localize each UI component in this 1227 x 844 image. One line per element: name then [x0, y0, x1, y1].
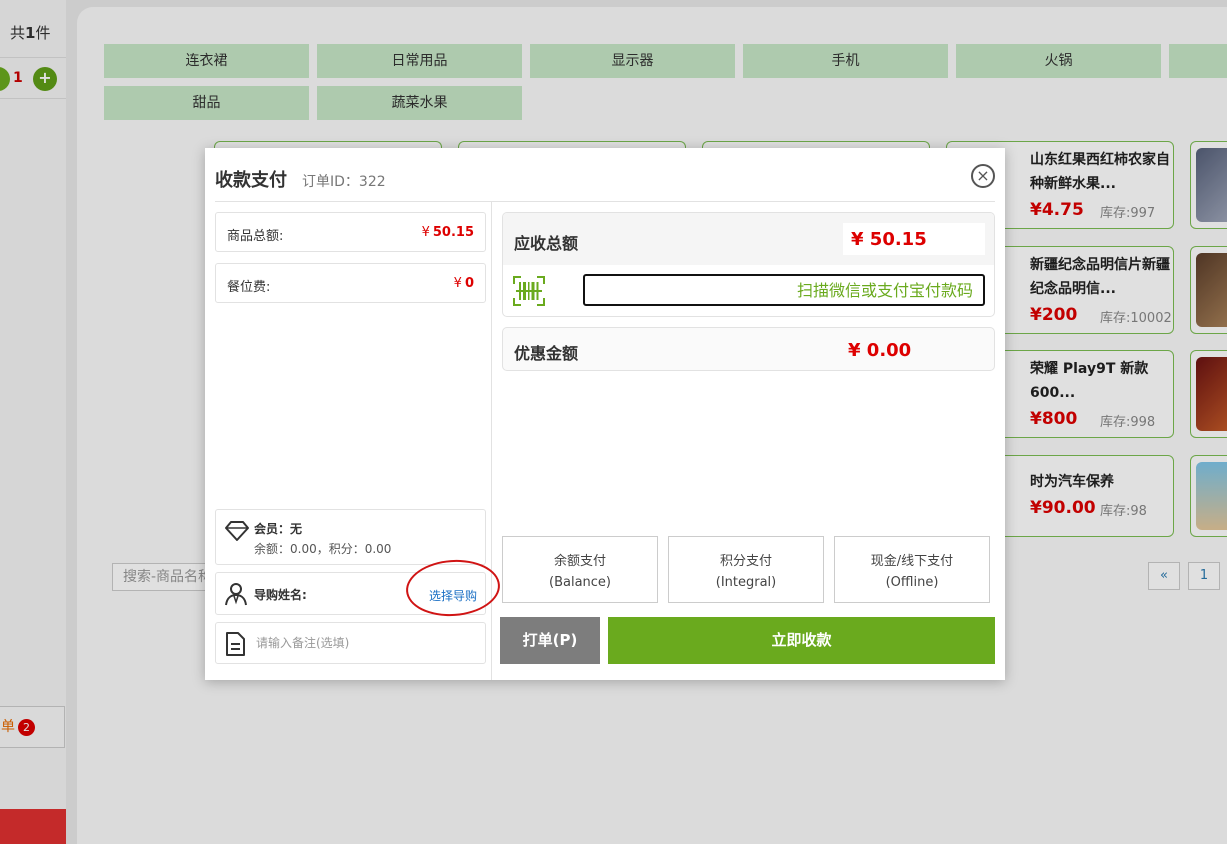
member-row[interactable]: 会员：无 余额：0.00，积分：0.00 [215, 509, 486, 565]
discount-panel: 优惠金额 ¥ 0.00 [502, 327, 995, 371]
receivable-label: 应收总额 [514, 234, 579, 253]
dialog-title: 收款支付 [215, 170, 287, 191]
discount-label: 优惠金额 [514, 344, 579, 363]
remark-input[interactable] [256, 631, 476, 655]
member-name: 会员：无 [254, 522, 303, 536]
receivable-amount-box: ¥ 50.15 [843, 223, 985, 255]
pay-code-input[interactable] [583, 274, 985, 306]
header-divider [215, 201, 995, 202]
goods-total-row: 商品总额: ¥50.15 [215, 212, 486, 252]
receivable-panel: 应收总额 ¥ 50.15 [502, 212, 995, 317]
remark-row [215, 622, 486, 664]
goods-total-label: 商品总额: [227, 229, 284, 244]
member-balance: 余额：0.00，积分：0.00 [254, 542, 392, 556]
payment-dialog: 收款支付 订单ID：322 × 商品总额: ¥50.15 餐位费: ¥0 会员：… [205, 148, 1005, 680]
offline-pay-button[interactable]: 现金/线下支付 (Offline) [834, 536, 990, 603]
shopping-guide-label: 导购姓名: [254, 588, 307, 602]
pay-now-button[interactable]: 立即收款 [608, 617, 995, 664]
goods-total-value: ¥50.15 [421, 225, 474, 240]
receivable-header: 应收总额 ¥ 50.15 [503, 213, 994, 265]
diamond-icon [225, 521, 249, 541]
column-divider [491, 202, 492, 680]
seat-fee-value: ¥0 [453, 276, 474, 291]
close-icon[interactable]: × [971, 164, 995, 188]
integral-pay-button[interactable]: 积分支付 (Integral) [668, 536, 824, 603]
order-id: 订单ID：322 [302, 174, 386, 190]
document-icon [226, 632, 245, 656]
person-icon [225, 583, 247, 606]
barcode-scan-icon [513, 276, 545, 306]
seat-fee-row: 餐位费: ¥0 [215, 263, 486, 303]
receivable-amount: ¥ 50.15 [851, 229, 927, 250]
discount-amount: ¥ 0.00 [848, 340, 912, 361]
print-order-button[interactable]: 打单(P) [500, 617, 600, 664]
balance-pay-button[interactable]: 余额支付 (Balance) [502, 536, 658, 603]
seat-fee-label: 餐位费: [227, 280, 271, 295]
